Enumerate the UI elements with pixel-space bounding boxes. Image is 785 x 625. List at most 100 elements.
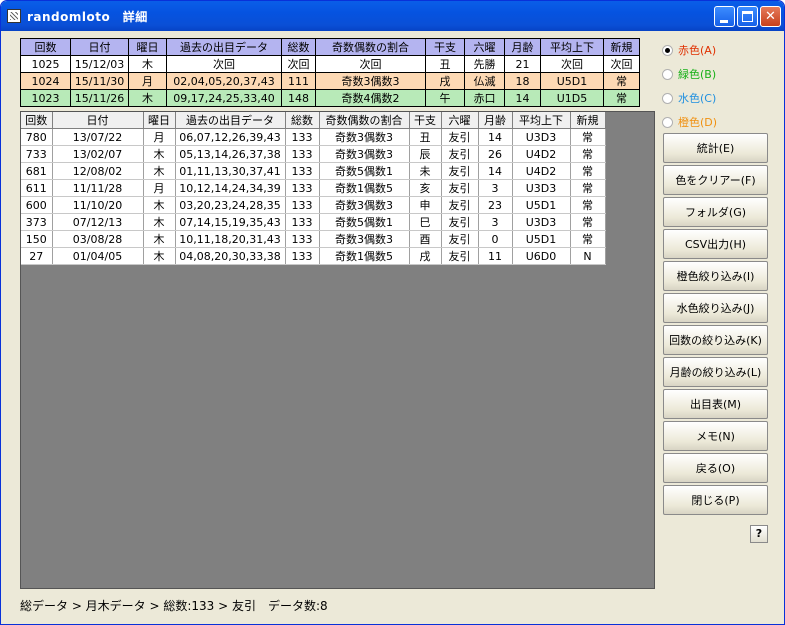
action-button[interactable]: 水色絞り込み(J) (663, 293, 768, 323)
table-cell: 148 (281, 89, 316, 107)
action-button[interactable]: CSV出力(H) (663, 229, 768, 259)
table-row[interactable]: 1024 15/11/30 月 02,04,05,20,37,43 111 奇数3偶数3 戌… (20, 72, 640, 90)
column-header[interactable]: 平均上下 (540, 38, 604, 56)
maximize-button[interactable] (737, 6, 758, 27)
action-button[interactable]: 閉じる(P) (663, 485, 768, 515)
radio-button-icon[interactable] (662, 116, 673, 128)
table-cell: 友引 (441, 247, 479, 265)
action-button[interactable]: 出目表(M) (663, 389, 768, 419)
radio-button-icon[interactable] (662, 92, 673, 104)
table-row[interactable]: 733 13/02/07 木 05,13,14,26,37,38 133 奇数3偶数3 辰友… (21, 145, 606, 163)
table-cell: 13/07/22 (52, 128, 144, 146)
table-cell: 次回 (281, 55, 316, 73)
column-header[interactable]: 干支 (425, 38, 465, 56)
column-header[interactable]: 干支 (409, 112, 442, 129)
column-header[interactable]: 月齢 (478, 112, 513, 129)
table-cell: 木 (128, 55, 167, 73)
minimize-button[interactable] (714, 6, 735, 27)
table-cell: 丑 (425, 55, 465, 73)
table-row[interactable]: 681 12/08/02 木 01,11,13,30,37,41 133 奇数5偶数1 未友… (21, 162, 606, 180)
action-button[interactable]: 橙色絞り込み(I) (663, 261, 768, 291)
column-header[interactable]: 日付 (52, 112, 144, 129)
table-cell: 未 (409, 162, 442, 180)
button-label: 水色絞り込み(J) (676, 302, 755, 315)
help-button[interactable]: ? (750, 525, 768, 543)
action-buttons: 統計(E) 色をクリアー(F) フォルダ(G) CSV出力(H) 橙色絞り込み(I) 水色… (663, 133, 768, 517)
color-radio[interactable]: 緑色(B) (662, 62, 717, 86)
table-row[interactable]: 27 01/04/05 木 04,08,20,30,33,38 133 奇数1偶数5 戌友引… (21, 247, 606, 265)
table-cell: 07,14,15,19,35,43 (175, 213, 286, 231)
table-row[interactable]: 150 03/08/28 木 10,11,18,20,31,43 133 奇数3偶数3 酉友… (21, 230, 606, 248)
column-header[interactable]: 日付 (70, 38, 129, 56)
column-header[interactable]: 月齢 (504, 38, 541, 56)
button-label: 出目表(M) (689, 398, 742, 411)
action-button[interactable]: 色をクリアー(F) (663, 165, 768, 195)
button-label: CSV出力(H) (684, 238, 747, 251)
column-header[interactable]: 奇数偶数の割合 (315, 38, 426, 56)
radio-button-icon[interactable] (662, 68, 673, 80)
button-label: 回数の絞り込み(K) (669, 334, 762, 347)
table-cell: 友引 (441, 196, 479, 214)
title-bar[interactable]: randomloto 詳細 ✕ (1, 1, 784, 31)
table-cell: 15/11/30 (70, 72, 129, 90)
column-header[interactable]: 六曜 (441, 112, 479, 129)
table-row[interactable]: 611 11/11/28 月 10,12,14,24,34,39 133 奇数1偶数5 亥友… (21, 179, 606, 197)
column-header[interactable]: 新規 (603, 38, 640, 56)
table-cell: U5D1 (512, 230, 571, 248)
column-header[interactable]: 総数 (285, 112, 320, 129)
color-radio[interactable]: 橙色(D) (662, 110, 717, 134)
button-label: 色をクリアー(F) (675, 174, 756, 187)
action-button[interactable]: 統計(E) (663, 133, 768, 163)
app-icon[interactable] (7, 9, 21, 23)
table-cell: 111 (281, 72, 316, 90)
button-label: 月齢の絞り込み(L) (669, 366, 762, 379)
table-cell: 733 (21, 145, 53, 163)
table-cell: U3D3 (512, 179, 571, 197)
table-cell: 09,17,24,25,33,40 (166, 89, 282, 107)
column-header[interactable]: 奇数偶数の割合 (319, 112, 410, 129)
table-cell: 373 (21, 213, 53, 231)
table-cell: 04,08,20,30,33,38 (175, 247, 286, 265)
column-header[interactable]: 曜日 (128, 38, 167, 56)
table-row[interactable]: 600 11/10/20 木 03,20,23,24,28,35 133 奇数3偶数3 申友… (21, 196, 606, 214)
column-header[interactable]: 過去の出目データ (175, 112, 286, 129)
action-button[interactable]: 回数の絞り込み(K) (663, 325, 768, 355)
action-button[interactable]: フォルダ(G) (663, 197, 768, 227)
table-row[interactable]: 1023 15/11/26 木 09,17,24,25,33,40 148 奇数4偶数2 午… (20, 89, 640, 107)
table-cell: 23 (478, 196, 513, 214)
column-header[interactable]: 平均上下 (512, 112, 571, 129)
action-button[interactable]: 戻る(O) (663, 453, 768, 483)
column-header[interactable]: 曜日 (143, 112, 176, 129)
table-row[interactable]: 373 07/12/13 木 07,14,15,19,35,43 133 奇数5偶数1 巳友… (21, 213, 606, 231)
table-cell: 辰 (409, 145, 442, 163)
column-header[interactable]: 六曜 (464, 38, 505, 56)
table-cell: 13/02/07 (52, 145, 144, 163)
table-cell: 丑 (409, 128, 442, 146)
next-draw-table: 回数 日付 曜日 過去の出目データ 総数 奇数偶数の割合 干支 六曜 月齢 平均上下 新規 1025… (20, 38, 640, 107)
table-cell: 月 (143, 128, 176, 146)
action-button[interactable]: 月齢の絞り込み(L) (663, 357, 768, 387)
table-cell: 常 (570, 230, 606, 248)
column-header[interactable]: 回数 (21, 112, 53, 129)
column-header[interactable]: 総数 (281, 38, 316, 56)
table-row[interactable]: 1025 15/12/03 木次回 次回 次回丑先勝 21 次回 次回 (20, 55, 640, 73)
column-header[interactable]: 新規 (570, 112, 606, 129)
results-grid[interactable]: 回数 日付 曜日 過去の出目データ 総数 奇数偶数の割合 干支 六曜 月齢 平均上下 新規 780 1… (20, 111, 655, 589)
radio-button-icon[interactable] (662, 44, 673, 56)
table-cell: 奇数3偶数3 (319, 128, 410, 146)
table-cell: U4D2 (512, 162, 571, 180)
table-cell: 常 (570, 162, 606, 180)
table-row[interactable]: 780 13/07/22 月 06,07,12,26,39,43 133 奇数3偶数3 丑友… (21, 128, 606, 146)
column-header[interactable]: 回数 (20, 38, 71, 56)
column-header[interactable]: 過去の出目データ (166, 38, 282, 56)
color-radio[interactable]: 赤色(A) (662, 38, 717, 62)
table-cell: 11 (478, 247, 513, 265)
table-cell: 681 (21, 162, 53, 180)
action-button[interactable]: メモ(N) (663, 421, 768, 451)
table-cell: 常 (570, 145, 606, 163)
window: randomloto 詳細 ✕ 回数 日付 曜日 過去の出目データ 総数 奇数偶数の割合干… (0, 0, 785, 625)
close-button[interactable]: ✕ (760, 6, 781, 27)
table-cell: 木 (143, 162, 176, 180)
table-cell: 月 (128, 72, 167, 90)
color-radio[interactable]: 水色(C) (662, 86, 717, 110)
